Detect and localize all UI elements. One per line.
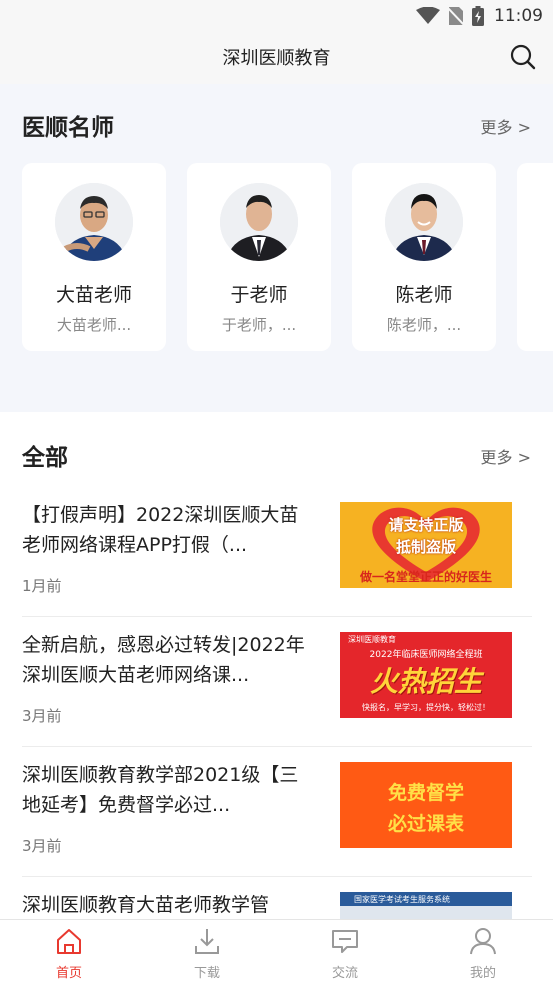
thumb-text: 免费督学 bbox=[387, 782, 464, 804]
article-time: 3月前 bbox=[22, 707, 62, 725]
thumb-caption: 做一名堂堂正正的好医生 bbox=[359, 570, 492, 584]
status-time: 11:09 bbox=[494, 6, 543, 26]
download-icon bbox=[195, 929, 219, 954]
all-section-header: 全部 更多 > bbox=[22, 438, 531, 474]
app-header: 深圳医顺教育 bbox=[0, 32, 553, 84]
article-title: 深圳医顺教育大苗老师教学管 bbox=[22, 894, 270, 916]
teacher-name: 大苗老师 bbox=[55, 284, 132, 306]
tab-home[interactable]: 首页 bbox=[0, 920, 138, 983]
article-item[interactable]: 全新启航，感恩必过转发|2022年深圳医顺大苗老师网络课... 3月前 深圳医顺… bbox=[22, 617, 532, 747]
avatar bbox=[385, 183, 463, 261]
section-title: 医顺名师 bbox=[22, 115, 114, 141]
teacher-photo bbox=[55, 183, 133, 261]
user-icon bbox=[470, 928, 496, 955]
teachers-section: 医顺名师 更多 > 大苗老师 大苗老师... 于老师 于老师，... 陈老师 陈… bbox=[0, 84, 553, 412]
article-item[interactable]: 深圳医顺教育教学部2021级【三地延考】免费督学必过... 3月前 免费督学 必… bbox=[22, 747, 532, 877]
teacher-name: 陈老师 bbox=[395, 284, 453, 306]
teacher-name: 于老师 bbox=[230, 284, 288, 306]
thumb-text: 抵制盗版 bbox=[395, 538, 456, 556]
home-icon bbox=[57, 929, 81, 954]
tab-mine[interactable]: 我的 bbox=[414, 920, 552, 983]
teacher-card[interactable]: 于老师 于老师，... bbox=[187, 163, 331, 351]
wifi-icon bbox=[416, 7, 440, 24]
tab-label: 交流 bbox=[331, 966, 358, 981]
article-thumbnail: 请支持正版 抵制盗版 做一名堂堂正正的好医生 bbox=[340, 502, 512, 588]
tab-label: 下载 bbox=[193, 966, 220, 981]
battery-icon bbox=[472, 6, 484, 26]
article-thumbnail: 免费督学 必过课表 bbox=[340, 762, 512, 848]
tab-download[interactable]: 下载 bbox=[138, 920, 276, 983]
search-icon[interactable] bbox=[509, 43, 537, 71]
no-sim-icon bbox=[448, 7, 464, 26]
tab-label: 我的 bbox=[469, 966, 496, 981]
article-thumbnail: 深圳医顺教育 2022年临床医师网络全程班 火热招生 快报名，早学习，提分快，轻… bbox=[340, 632, 512, 718]
avatar bbox=[220, 183, 298, 261]
teacher-desc: 于老师，... bbox=[221, 316, 297, 334]
thumb-text: 请支持正版 bbox=[388, 516, 464, 534]
teacher-photo bbox=[385, 183, 463, 261]
teacher-desc: 大苗老师... bbox=[56, 316, 132, 334]
thumb-caption: 国家医学考试考生服务系统 bbox=[354, 895, 450, 904]
teachers-more-link[interactable]: 更多 > bbox=[481, 114, 532, 138]
teacher-photo bbox=[220, 183, 298, 261]
thumb-subtitle: 2022年临床医师网络全程班 bbox=[369, 650, 483, 660]
teacher-card[interactable]: 陈老师 陈老师，... bbox=[352, 163, 496, 351]
chat-icon bbox=[332, 930, 358, 953]
app-title: 深圳医顺教育 bbox=[222, 48, 331, 69]
thumb-text: 必过课表 bbox=[387, 813, 464, 835]
thumb-headline: 火热招生 bbox=[369, 665, 482, 698]
article-title: 深圳医顺教育教学部2021级【三地延考】免费督学必过... bbox=[22, 764, 299, 816]
tab-label: 首页 bbox=[55, 966, 82, 981]
avatar bbox=[55, 183, 133, 261]
article-title: 【打假声明】2022深圳医顺大苗老师网络课程APP打假（... bbox=[22, 504, 299, 556]
article-time: 3月前 bbox=[22, 837, 62, 855]
thumb-brand: 深圳医顺教育 bbox=[348, 635, 396, 644]
teachers-section-header: 医顺名师 更多 > bbox=[22, 108, 531, 144]
article-title: 全新启航，感恩必过转发|2022年深圳医顺大苗老师网络课... bbox=[22, 634, 305, 686]
article-time: 1月前 bbox=[22, 577, 62, 595]
teacher-carousel[interactable]: 大苗老师 大苗老师... 于老师 于老师，... 陈老师 陈老师，... bbox=[22, 163, 553, 351]
all-section: 全部 更多 > 【打假声明】2022深圳医顺大苗老师网络课程APP打假（... … bbox=[0, 412, 553, 920]
article-item[interactable]: 【打假声明】2022深圳医顺大苗老师网络课程APP打假（... 1月前 请支持正… bbox=[22, 487, 532, 617]
thumb-slogan: 快报名，早学习，提分快，轻松过！ bbox=[362, 703, 490, 712]
bottom-tab-bar: 首页 下载 交流 我的 bbox=[0, 919, 553, 983]
teacher-card[interactable]: 大苗老师 大苗老师... bbox=[22, 163, 166, 351]
status-bar: 11:09 bbox=[0, 0, 553, 32]
teacher-card[interactable] bbox=[517, 163, 553, 351]
all-more-link[interactable]: 更多 > bbox=[481, 444, 532, 468]
article-item[interactable]: 深圳医顺教育大苗老师教学管 国家医学考试考生服务系统 bbox=[22, 877, 532, 920]
status-icons: 11:09 bbox=[416, 5, 543, 27]
tab-chat[interactable]: 交流 bbox=[276, 920, 414, 983]
article-thumbnail: 国家医学考试考生服务系统 bbox=[340, 892, 512, 920]
section-title: 全部 bbox=[22, 445, 68, 471]
teacher-desc: 陈老师，... bbox=[386, 316, 462, 334]
